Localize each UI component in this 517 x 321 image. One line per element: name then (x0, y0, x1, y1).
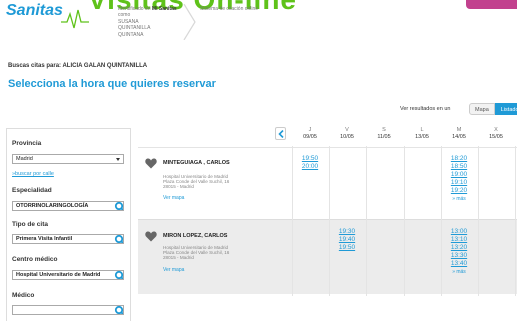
identified-prefix: Identificado en (118, 6, 151, 12)
favorite-heart-icon[interactable] (145, 231, 157, 242)
time-slot-link[interactable]: 13:40 (441, 260, 477, 268)
day-weekday: M (456, 127, 462, 133)
header-accent-button[interactable] (466, 0, 517, 9)
day-weekday: V (345, 127, 349, 133)
column-divider (404, 146, 405, 296)
provincia-value: Madrid (16, 156, 33, 162)
column-divider (366, 146, 367, 296)
especialidad-value: OTORRINOLARINGOLOGÍA (16, 203, 89, 209)
day-header: X 15/05 (478, 127, 514, 141)
search-icon[interactable] (114, 270, 124, 280)
centro-medico-label: Centro médico (12, 256, 58, 263)
column-divider (329, 146, 330, 296)
time-slot-link[interactable]: 19:30 (329, 228, 365, 236)
logo-wave-icon (61, 9, 89, 29)
day-weekday: L (420, 127, 424, 133)
doctor-address: Hospital Universitario de Madrid Plaza C… (163, 174, 263, 190)
time-slot-link[interactable]: 19:20 (441, 187, 477, 195)
day-weekday: X (494, 127, 498, 133)
doctor-name[interactable]: MINTEGUIAGA , CARLOS (163, 160, 230, 166)
time-slot-column: 13:00 13:10 13:20 13:30 13:40» más (441, 228, 477, 276)
view-toggle: Mapa Listado (469, 103, 517, 115)
sanitas-logo[interactable]: Sanitas (6, 2, 63, 20)
time-slot-link[interactable]: 13:00 (441, 228, 477, 236)
chevron-left-icon (278, 130, 284, 138)
time-slot-link[interactable]: 13:10 (441, 236, 477, 244)
tipo-cita-label: Tipo de cita (12, 221, 48, 228)
doctor-name[interactable]: MIRON LOPEZ, CARLOS (163, 233, 227, 239)
time-slot-link[interactable]: 20:00 (292, 163, 328, 171)
medico-label: Médico (12, 292, 35, 299)
day-header: S 11/05 (366, 127, 402, 141)
patient-label: Buscas citas para: ALICIA GALAN QUINTANI… (8, 63, 148, 69)
filter-sidebar: Provincia Madrid »buscar por calle Espec… (6, 128, 131, 321)
day-header: L 13/05 (404, 127, 440, 141)
column-divider (478, 146, 479, 296)
identified-user-info: Identificado en Mi Sanitas Mi Sanitas co… (118, 6, 178, 38)
time-slot-column: 18:20 18:50 19:00 19:10 19:20» más (441, 155, 477, 203)
address-line: 28015 - Madrid (163, 184, 194, 190)
time-slot-link[interactable]: 13:20 (441, 244, 477, 252)
day-header: V 10/05 (329, 127, 365, 141)
system-label: Sistema de citación online (200, 6, 259, 12)
view-map-link[interactable]: Ver mapa (163, 267, 184, 273)
especialidad-label: Especialidad (12, 187, 52, 194)
map-view-button[interactable]: Mapa (469, 103, 495, 115)
day-date: 15/05 (489, 134, 503, 140)
search-by-street-link[interactable]: »buscar por calle (12, 171, 54, 177)
day-date: 11/05 (377, 134, 391, 140)
tipo-cita-value: Primera Visita Infantil (16, 236, 73, 242)
tipo-cita-field[interactable]: Primera Visita Infantil (12, 234, 124, 244)
time-slot-column: 19:30 19:40 19:50 (329, 228, 365, 252)
search-icon[interactable] (114, 234, 124, 244)
day-weekday: J (308, 127, 312, 133)
identified-site: Mi Sanitas (151, 6, 177, 12)
day-header: J 09/05 (292, 127, 328, 141)
provincia-select[interactable]: Madrid (12, 154, 124, 164)
centro-medico-field[interactable]: Hospital Universitario de Madrid (12, 270, 124, 280)
time-slot-link[interactable]: 13:30 (441, 252, 477, 260)
column-divider (515, 146, 516, 296)
more-times-link[interactable]: » más (441, 268, 477, 276)
day-date: 13/05 (415, 134, 429, 140)
page-title: Selecciona la hora que quieres reservar (8, 78, 216, 90)
view-map-link[interactable]: Ver mapa (163, 195, 184, 201)
more-times-link[interactable]: » más (441, 195, 477, 203)
day-date: 10/05 (340, 134, 354, 140)
especialidad-field[interactable]: OTORRINOLARINGOLOGÍA (12, 201, 124, 211)
time-slot-link[interactable]: 19:50 (329, 244, 365, 252)
search-icon[interactable] (114, 201, 124, 211)
user-name-line-3: QUINTANA (118, 31, 144, 38)
chevron-down-icon (116, 158, 120, 161)
address-line: 28015 - Madrid (163, 255, 194, 261)
identified-as-word: como (118, 12, 131, 19)
user-name-line-1: SUSANA (118, 18, 139, 25)
day-weekday: S (382, 127, 386, 133)
header-divider-icon (183, 4, 196, 40)
previous-days-button[interactable] (275, 127, 286, 140)
medico-field[interactable] (12, 305, 124, 315)
day-header: M 14/05 (441, 127, 477, 141)
provincia-label: Provincia (12, 140, 42, 147)
search-icon[interactable] (114, 305, 124, 315)
favorite-heart-icon[interactable] (145, 158, 157, 169)
view-results-label: Ver resultados en un (400, 106, 451, 112)
time-slot-link[interactable]: 19:10 (441, 179, 477, 187)
time-slot-link[interactable]: 18:20 (441, 155, 477, 163)
time-slot-link[interactable]: 19:40 (329, 236, 365, 244)
time-slot-link[interactable]: 19:00 (441, 171, 477, 179)
time-slot-column: 19:50 20:00 (292, 155, 328, 171)
doctor-address: Hospital Universitario de Madrid Plaza C… (163, 245, 263, 261)
day-date: 09/05 (303, 134, 317, 140)
day-date: 14/05 (452, 134, 466, 140)
time-slot-link[interactable]: 18:50 (441, 163, 477, 171)
list-view-button[interactable]: Listado (494, 103, 517, 115)
user-name-line-2: QUINTANILLA (118, 25, 151, 32)
time-slot-link[interactable]: 19:50 (292, 155, 328, 163)
centro-medico-value: Hospital Universitario de Madrid (16, 272, 101, 278)
